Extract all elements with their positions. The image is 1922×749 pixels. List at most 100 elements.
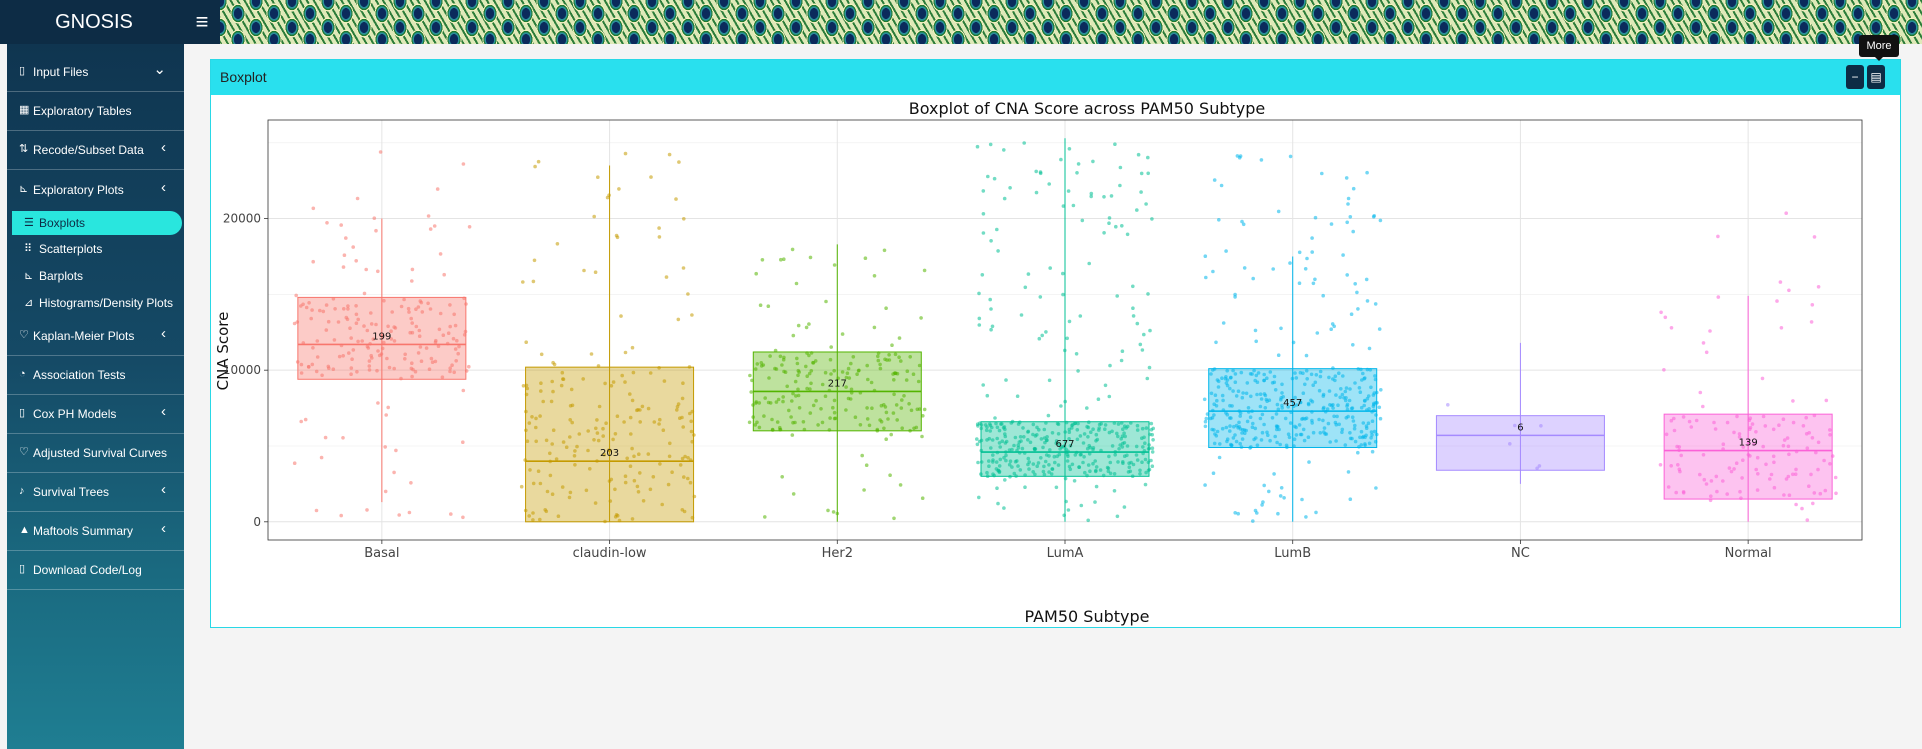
jitter-point [372,216,377,220]
jitter-point [342,253,347,257]
jitter-point [1103,383,1108,388]
jitter-point [519,484,524,489]
sidebar-subitem-label: Boxplots [39,216,86,230]
jitter-point [1329,222,1334,226]
jitter-point [351,245,355,249]
jitter-point [467,225,472,229]
sidebar-item-maftools[interactable]: ▲ Maftools Summary ‹ [7,512,184,551]
sidebar-item-association-tests[interactable]: ◔ Association Tests [7,356,184,395]
jitter-point [1091,159,1095,164]
count-label: 457 [1283,398,1302,409]
jitter-point [981,383,985,387]
jitter-point [1297,250,1302,255]
jitter-point [1102,195,1106,199]
jitter-point [532,258,537,263]
more-button[interactable]: ▤ [1867,65,1885,89]
jitter-point [1125,232,1130,237]
jitter-point [1310,236,1314,240]
jitter-point [1142,332,1146,337]
jitter-point [1038,170,1043,174]
jitter-point [442,272,446,277]
jitter-point [1138,342,1143,347]
jitter-point [1271,267,1275,271]
jitter-point [582,268,586,273]
jitter-point [1355,290,1359,295]
jitter-point [1320,171,1324,176]
jitter-point [1805,518,1810,522]
count-label: 203 [600,448,619,459]
jitter-point [1136,152,1141,157]
sidebar-item-kaplan-meier[interactable]: ♡ Kaplan-Meier Plots ‹ [7,317,184,356]
sidebar-subitem-scatterplots[interactable]: ⠿ Scatterplots [12,237,182,261]
panel-title: Boxplot [220,69,267,85]
jitter-point [1251,276,1255,281]
jitter-point [1349,312,1354,316]
jitter-point [1150,446,1155,451]
jitter-point [985,393,990,398]
sidebar-item-cox-ph[interactable]: ▯ Cox PH Models ‹ [7,395,184,434]
jitter-point [1211,269,1215,274]
jitter-point [1135,208,1139,212]
boxes: 199 203 217 677 457 6 139 [297,138,1833,523]
count-label: 217 [828,378,847,389]
sidebar-item-exploratory-tables[interactable]: ▦ Exploratory Tables [7,92,184,131]
panel-header: Boxplot − ▤ [211,60,1900,95]
jitter-point [1204,416,1209,421]
jitter-point [1297,281,1302,285]
jitter-point [1356,450,1360,455]
jitter-point [863,256,868,260]
jitter-point [1109,194,1114,198]
x-tick-label: LumB [1274,546,1311,561]
jitter-point [1211,471,1216,476]
sidebar-item-survival-trees[interactable]: ♪ Survival Trees ‹ [7,473,184,512]
minimize-button[interactable]: − [1846,65,1864,89]
jitter-point [292,321,297,326]
jitter-point [1242,266,1247,270]
jitter-point [596,175,600,179]
jitter-point [1065,336,1069,341]
jitter-point [920,434,924,439]
jitter-point [319,455,324,460]
heartbeat-icon: ♡ [19,329,29,341]
sidebar-item-adjusted-survival[interactable]: ♡ Adjusted Survival Curves [7,434,184,473]
jitter-point [790,433,795,437]
jitter-point [1085,406,1089,410]
sidebar-subitem-barplots[interactable]: ⊾ Barplots [12,264,182,288]
jitter-point [1364,277,1369,282]
jitter-point [407,510,412,515]
jitter-point [922,268,927,273]
jitter-point [829,345,833,349]
sidebar-toggle-button[interactable]: ≡ [184,0,220,44]
sidebar-subitem-histograms[interactable]: ⊿ Histograms/Density Plots [12,291,182,315]
jitter-point [410,279,414,283]
sidebar-item-exploratory-plots[interactable]: ⊾ Exploratory Plots ‹ [7,171,184,209]
jitter-point [794,281,799,286]
jitter-point [311,259,315,264]
sidebar-item-input-files[interactable]: ▯ Input Files ⌄ [7,53,184,92]
sidebar-item-download-code[interactable]: ▯ Download Code/Log [7,551,184,590]
jitter-point [1658,463,1663,467]
jitter-point [1233,295,1237,299]
jitter-point [1044,330,1048,334]
sidebar-subitem-boxplots[interactable]: ☰ Boxplots [12,211,182,235]
chevron-left-icon: ‹ [161,403,166,420]
jitter-point [1698,390,1703,395]
jitter-point [754,271,758,276]
chevron-left-icon: ‹ [161,481,166,498]
jitter-point [461,388,466,393]
jitter-point [1093,500,1097,504]
sidebar-item-label: Exploratory Plots [33,183,124,197]
jitter-point [1046,413,1051,418]
jitter-point [884,437,888,442]
jitter-point [1107,216,1112,220]
jitter-point [428,227,433,231]
jitter-point [1716,295,1721,299]
jitter-point [1809,320,1814,324]
jitter-point [989,239,993,243]
sidebar-item-recode-subset[interactable]: ⇅ Recode/Subset Data ‹ [7,131,184,170]
jitter-point [1304,353,1309,358]
jitter-point [977,291,981,296]
jitter-point [1303,267,1308,271]
jitter-point [1096,397,1101,402]
jitter-point [1203,483,1207,487]
